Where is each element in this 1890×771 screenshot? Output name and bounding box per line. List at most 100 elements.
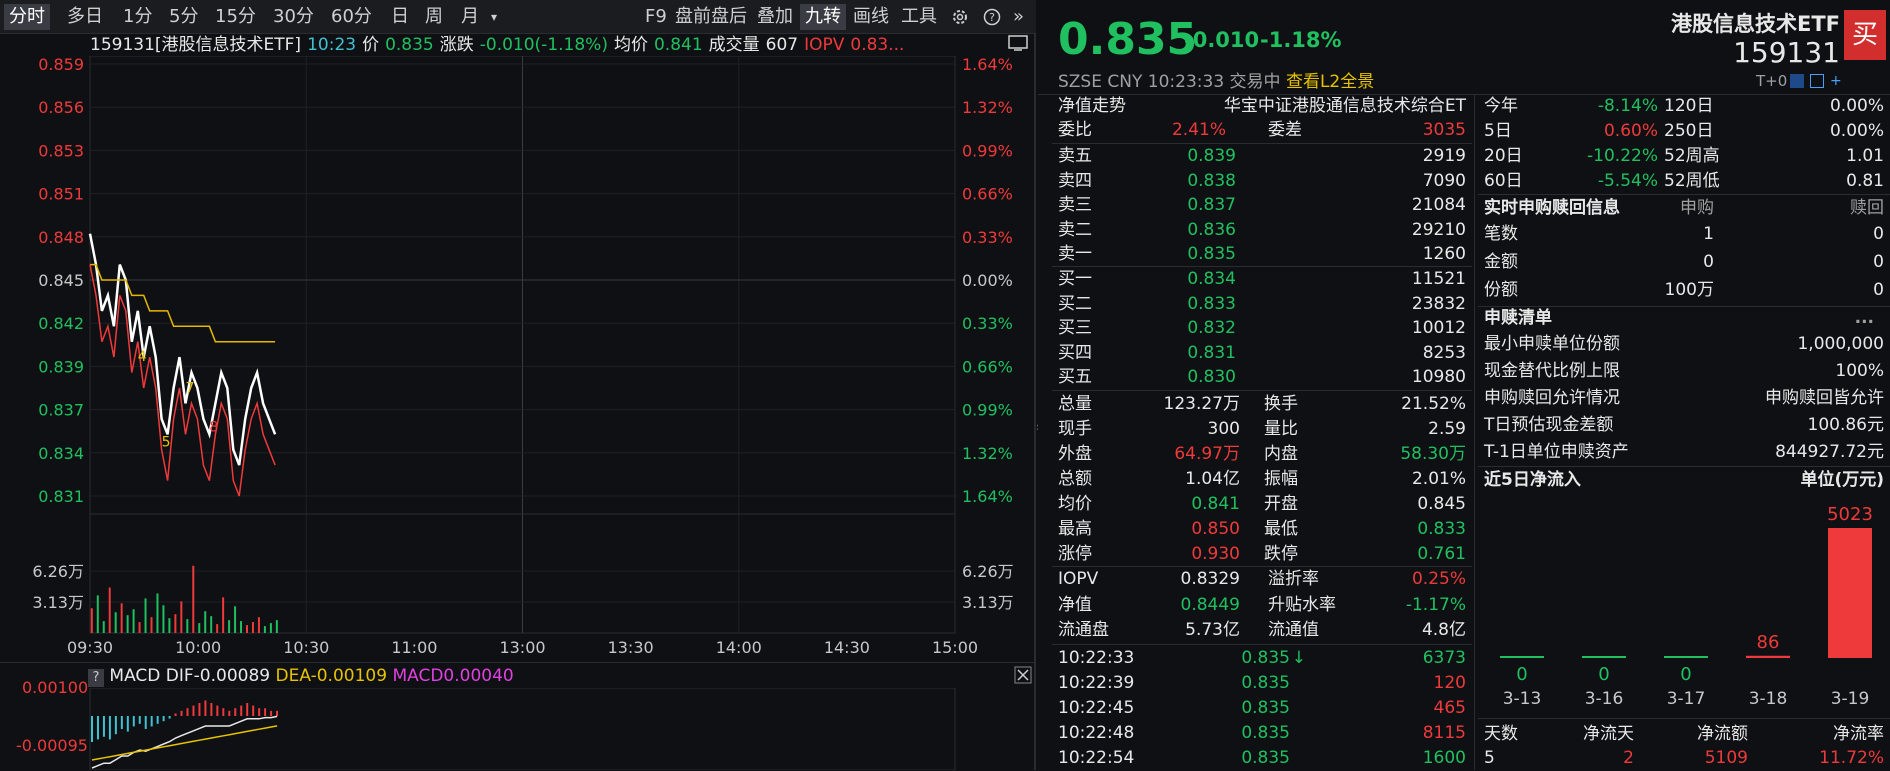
price-tick: 0.831 bbox=[38, 487, 84, 506]
subscription-row[interactable]: 份额 100万 0 bbox=[1484, 278, 1884, 303]
bid-label: 买一 bbox=[1058, 269, 1092, 289]
inflow-summary-values[interactable]: 5 2 5109 11.72% bbox=[1484, 746, 1884, 771]
bid-row[interactable]: 买二 0.833 23832 bbox=[1058, 292, 1466, 317]
quote-infobar: 159131[港股信息技术ETF] 10:23 价 0.835 涨跌 -0.010(-1.… bbox=[90, 34, 910, 56]
change-label: 涨跌 bbox=[439, 35, 474, 55]
divider bbox=[1478, 718, 1890, 719]
pct-tick: 0.66% bbox=[962, 357, 1013, 376]
ask-row[interactable]: 卖三 0.837 21084 bbox=[1058, 193, 1466, 218]
subscription-row[interactable]: 金额 0 0 bbox=[1484, 250, 1884, 275]
volume-tick: 6.26万 bbox=[32, 562, 84, 581]
tab-1min[interactable]: 1分 bbox=[118, 4, 157, 30]
tab-15min[interactable]: 15分 bbox=[210, 4, 261, 30]
bid-label: 买五 bbox=[1058, 367, 1092, 387]
ask-label: 卖三 bbox=[1058, 195, 1092, 215]
tab-week[interactable]: 周 bbox=[420, 4, 448, 30]
ask-row[interactable]: 卖四 0.838 7090 bbox=[1058, 169, 1466, 194]
draw-button[interactable]: 画线 bbox=[848, 4, 894, 30]
stat-value: 64.97万 bbox=[1174, 444, 1240, 464]
list-row[interactable]: T-1日单位申赎资产 844927.72元 bbox=[1484, 440, 1884, 465]
subscription-header: 实时申购赎回信息 申购 赎回 bbox=[1484, 196, 1884, 221]
perf-row[interactable]: 60日 -5.54% 52周低 0.81 bbox=[1484, 169, 1884, 194]
more-icon[interactable]: ... bbox=[1855, 306, 1874, 331]
ask-row[interactable]: 卖一 0.835 1260 bbox=[1058, 242, 1466, 267]
help-icon[interactable]: ? bbox=[978, 4, 1006, 30]
bid-row[interactable]: 买四 0.831 8253 bbox=[1058, 341, 1466, 366]
bid-row[interactable]: 买一 0.834 11521 bbox=[1058, 267, 1466, 292]
overlay-button[interactable]: 叠加 bbox=[752, 4, 798, 30]
iopv-row[interactable]: 流通盘 5.73亿 流通值 4.8亿 bbox=[1058, 618, 1466, 643]
iopv-value: 4.8亿 bbox=[1421, 620, 1466, 640]
tab-60min[interactable]: 60分 bbox=[326, 4, 377, 30]
macd-chart[interactable] bbox=[0, 688, 1036, 770]
buy-button[interactable]: 买 bbox=[1844, 10, 1886, 60]
list-label: T日预估现金差额 bbox=[1484, 415, 1614, 435]
perf-value: 0.60% bbox=[1603, 121, 1658, 141]
ask-label: 卖四 bbox=[1058, 170, 1092, 191]
ask-volume: 7090 bbox=[1422, 170, 1466, 191]
close-icon[interactable] bbox=[1014, 666, 1032, 688]
iopv-row[interactable]: IOPV 0.8329 溢折率 0.25% bbox=[1058, 567, 1466, 592]
window-icon[interactable] bbox=[1810, 74, 1824, 88]
stat-row[interactable]: 总额 1.04亿 振幅 2.01% bbox=[1058, 467, 1466, 492]
plus-icon[interactable]: + bbox=[1830, 74, 1844, 88]
nine-turn-button[interactable]: 九转 bbox=[800, 4, 846, 30]
tick-time: 10:22:54 bbox=[1058, 748, 1135, 768]
perf-row[interactable]: 20日 -10.22% 52周高 1.01 bbox=[1484, 144, 1884, 169]
stat-row[interactable]: 现手 300 量比 2.59 bbox=[1058, 417, 1466, 442]
stat-value: 0.930 bbox=[1191, 544, 1240, 564]
perf-row[interactable]: 5日 0.60% 250日 0.00% bbox=[1484, 119, 1884, 144]
tick-row[interactable]: 10:22:39 0.835 120 bbox=[1058, 671, 1466, 696]
tick-row[interactable]: 10:22:45 0.835 465 bbox=[1058, 696, 1466, 721]
bid-price: 0.831 bbox=[1187, 342, 1236, 363]
inflow-chart[interactable]: 0 3-13 0 3-16 0 3-17 86 3-18 5023 3-19 bbox=[1478, 494, 1890, 718]
stat-label: 最低 bbox=[1264, 519, 1298, 539]
stat-row[interactable]: 均价 0.841 开盘 0.845 bbox=[1058, 492, 1466, 517]
tab-month[interactable]: 月 bbox=[456, 4, 484, 30]
expand-icon[interactable]: » bbox=[1008, 4, 1029, 30]
stat-row[interactable]: 最高 0.850 最低 0.833 bbox=[1058, 517, 1466, 542]
perf-row[interactable]: 今年 -8.14% 120日 0.00% bbox=[1484, 94, 1884, 119]
macd-macd-label: MACD bbox=[392, 666, 444, 686]
subscription-row[interactable]: 笔数 1 0 bbox=[1484, 222, 1884, 247]
tab-30min[interactable]: 30分 bbox=[268, 4, 319, 30]
tab-day[interactable]: 日 bbox=[386, 4, 414, 30]
iopv-value: 0.25% bbox=[1411, 569, 1466, 589]
iopv-row[interactable]: 净值 0.8449 升贴水率 -1.17% bbox=[1058, 593, 1466, 618]
list-row[interactable]: T日预估现金差额 100.86元 bbox=[1484, 413, 1884, 438]
ask-volume: 2919 bbox=[1422, 146, 1466, 166]
inflow-summary-headers[interactable]: 天数 净流天 净流额 净流率 bbox=[1484, 722, 1884, 747]
stat-row[interactable]: 外盘 64.97万 内盘 58.30万 bbox=[1058, 442, 1466, 467]
tab-multi-day[interactable]: 多日 bbox=[62, 4, 108, 30]
premarket-button[interactable]: 盘前盘后 bbox=[670, 4, 752, 30]
price-label: 价 bbox=[362, 35, 380, 55]
price-tick: 0.834 bbox=[38, 444, 84, 463]
tick-time: 10:22:39 bbox=[1058, 673, 1135, 693]
tick-row[interactable]: 10:22:33 0.835 ↓ 6373 bbox=[1058, 646, 1466, 671]
stat-row[interactable]: 涨停 0.930 跌停 0.761 bbox=[1058, 542, 1466, 567]
tab-5min[interactable]: 5分 bbox=[164, 4, 203, 30]
list-row[interactable]: 最小申赎单位份额 1,000,000 bbox=[1484, 332, 1884, 357]
stat-label: 外盘 bbox=[1058, 444, 1092, 464]
tab-fenshi[interactable]: 分时 bbox=[4, 4, 50, 30]
nav-row[interactable]: 净值走势 华宝中证港股通信息技术综合ET bbox=[1058, 94, 1466, 119]
ask-row[interactable]: 卖五 0.839 2919 bbox=[1058, 144, 1466, 169]
tick-row[interactable]: 10:22:54 0.835 1600 bbox=[1058, 746, 1466, 771]
list-row[interactable]: 现金替代比例上限 100% bbox=[1484, 359, 1884, 384]
ask-row[interactable]: 卖二 0.836 29210 bbox=[1058, 218, 1466, 243]
tick-row[interactable]: 10:22:48 0.835 8115 bbox=[1058, 721, 1466, 746]
screen-icon[interactable] bbox=[1008, 34, 1028, 56]
bid-row[interactable]: 买五 0.830 10980 bbox=[1058, 365, 1466, 390]
edit-icon[interactable] bbox=[1790, 74, 1804, 88]
f9-button[interactable]: F9 bbox=[640, 4, 672, 30]
l2-link[interactable]: 查看L2全景 bbox=[1286, 72, 1374, 92]
bid-row[interactable]: 买三 0.832 10012 bbox=[1058, 316, 1466, 341]
tools-button[interactable]: 工具 bbox=[896, 4, 942, 30]
intraday-chart[interactable]: 0.859 1.64% 0.856 1.32% 0.853 0.99% 0.851 0.66%… bbox=[0, 56, 1036, 716]
gear-icon[interactable] bbox=[946, 4, 974, 30]
stat-value: 2.59 bbox=[1428, 419, 1466, 439]
macd-help-icon[interactable]: ? bbox=[88, 669, 104, 687]
list-row[interactable]: 申购赎回允许情况 申购赎回皆允许 bbox=[1484, 386, 1884, 411]
stat-row[interactable]: 总量 123.27万 换手 21.52% bbox=[1058, 392, 1466, 417]
chevron-down-icon[interactable]: ▾ bbox=[486, 4, 502, 30]
